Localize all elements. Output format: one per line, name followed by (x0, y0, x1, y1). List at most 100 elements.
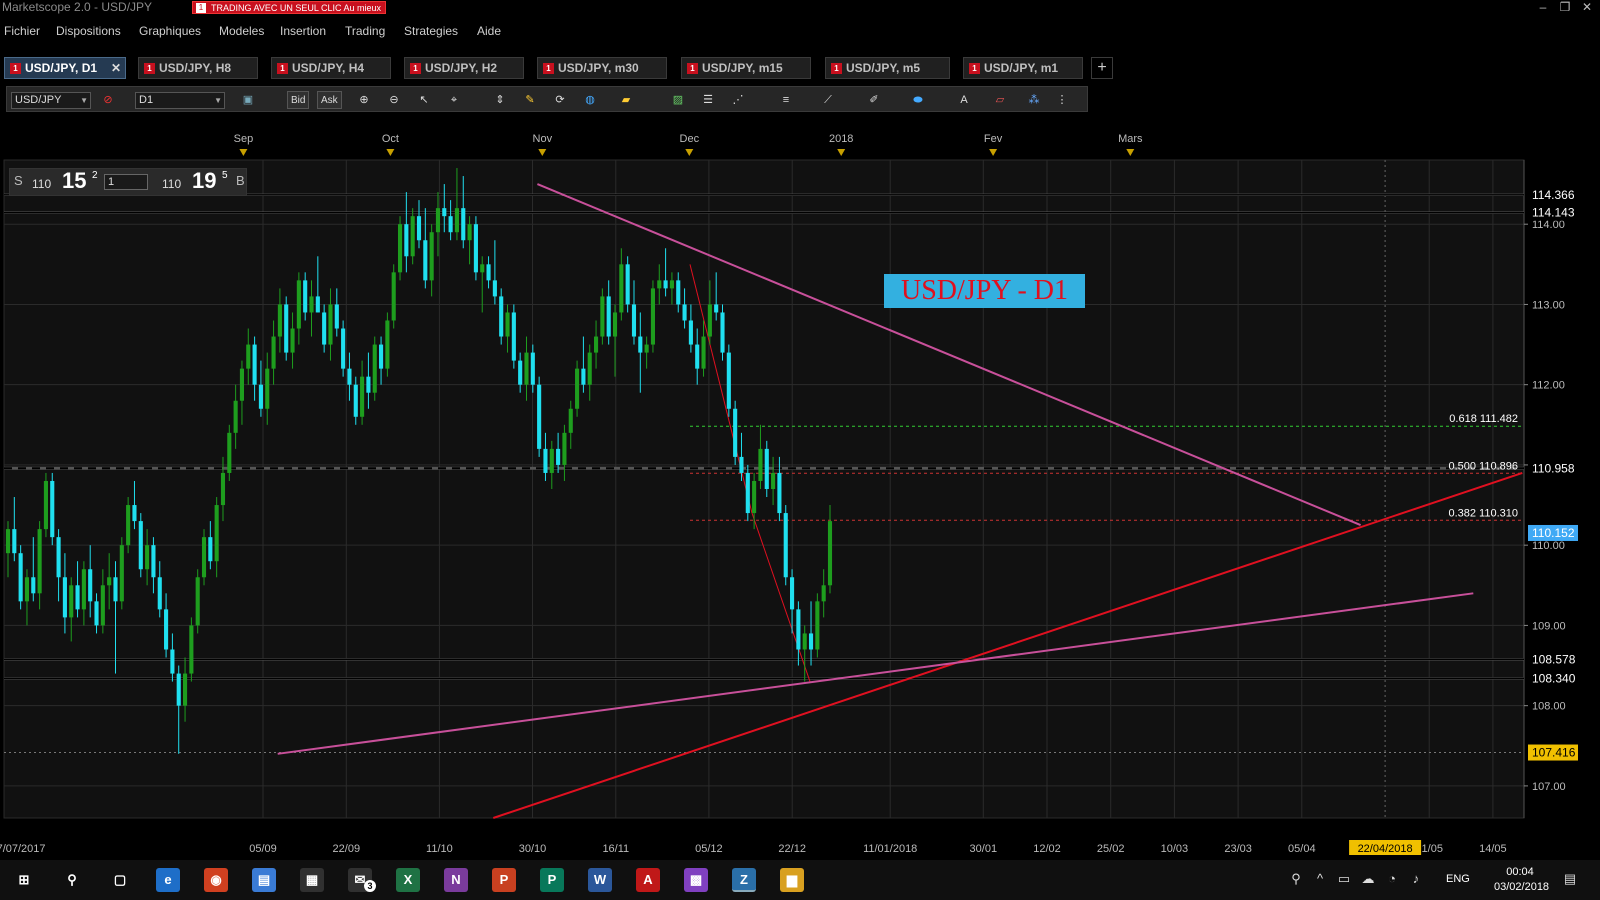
tab-usdjpy-m5[interactable]: 1 USD/JPY, m5 (825, 57, 950, 79)
menu-strategies[interactable]: Strategies (404, 24, 458, 38)
add-tab-button[interactable]: + (1091, 57, 1113, 79)
installer-icon[interactable]: ▤ (252, 868, 276, 892)
close-tab-icon[interactable]: ✕ (111, 58, 121, 78)
candle-up (239, 368, 245, 401)
menu-graphiques[interactable]: Graphiques (139, 24, 201, 38)
marketscope-icon[interactable]: Z (732, 868, 756, 892)
lines-icon[interactable]: ≡ (777, 91, 795, 109)
acrobat-icon[interactable]: A (636, 868, 660, 892)
eraser-icon[interactable]: ▱ (991, 91, 1009, 109)
tab-usdjpy-m1[interactable]: 1 USD/JPY, m1 (963, 57, 1083, 79)
candle-down (334, 304, 339, 329)
title-bar: Marketscope 2.0 - USD/JPY 1 TRADING AVEC… (0, 0, 1600, 16)
candle-up (43, 480, 48, 530)
clock[interactable]: 00:04 03/02/2018 (1494, 865, 1549, 895)
price-chart[interactable]: Sep Oct Nov Dec 2018 Fev Mars 17/07/2017 05/09 2… (0, 130, 1600, 860)
tab-badge: 1 (687, 63, 698, 74)
fibonacci-icon[interactable]: ⋰ (729, 91, 747, 109)
y-tick-label: 109.00 (1532, 620, 1566, 632)
ask-button[interactable]: Ask (317, 91, 342, 109)
globe-icon[interactable]: ◍ (581, 91, 599, 109)
zoom-in-icon[interactable]: ⊕ (355, 91, 373, 109)
wifi-icon[interactable]: ◔ (1384, 871, 1400, 887)
powerpoint-icon[interactable]: P (492, 868, 516, 892)
one-click-trading-banner[interactable]: 1 TRADING AVEC UN SEUL CLIC Au mieux (192, 1, 387, 14)
word-icon[interactable]: W (588, 868, 612, 892)
close-button[interactable]: ✕ (1577, 0, 1597, 15)
menu-trading[interactable]: Trading (345, 24, 385, 38)
file-explorer-icon[interactable]: ▆ (780, 868, 804, 892)
menu-aide[interactable]: Aide (477, 24, 501, 38)
maximize-button[interactable]: ❐ (1555, 0, 1575, 15)
volume-icon[interactable]: ♪ (1408, 871, 1424, 887)
sell-label[interactable]: S (14, 173, 23, 188)
menu-fichier[interactable]: Fichier (4, 24, 40, 38)
y-tick-label: 107.00 (1532, 781, 1566, 793)
crosshair-icon[interactable]: ⌖ (445, 91, 463, 109)
tab-usdjpy-m30[interactable]: 1 USD/JPY, m30 (537, 57, 667, 79)
menu-modeles[interactable]: Modeles (219, 24, 264, 38)
candle-down (157, 577, 162, 610)
color-app-icon[interactable]: ▩ (684, 868, 708, 892)
candle-down (606, 296, 611, 337)
bid-big-figure[interactable]: 110 (32, 177, 51, 191)
menu-insertion[interactable]: Insertion (280, 24, 326, 38)
price-level-label: 114.143 (1532, 206, 1575, 220)
candle-down (581, 368, 586, 385)
tab-usdjpy-m15[interactable]: 1 USD/JPY, m15 (681, 57, 811, 79)
battery-icon[interactable]: ▭ (1336, 871, 1352, 887)
onenote-icon[interactable]: N (444, 868, 468, 892)
tab-usdjpy-h4[interactable]: 1 USD/JPY, H4 (271, 57, 391, 79)
candle-up (5, 529, 11, 554)
promo-badge: 1 (196, 3, 206, 13)
cursor-icon[interactable]: ↖ (415, 91, 433, 109)
ask-pips[interactable]: 19 (192, 168, 216, 194)
candle-down (379, 344, 384, 369)
trendline-icon[interactable]: ⟋ (819, 91, 837, 109)
bid-button[interactable]: Bid (287, 91, 310, 109)
text-tool-icon[interactable]: A (955, 91, 973, 109)
candle-down (284, 304, 289, 353)
task-view-icon[interactable]: ▢ (108, 868, 132, 892)
vertical-scale-icon[interactable]: ⇕ (491, 91, 509, 109)
tab-usdjpy-d1[interactable]: 1 USD/JPY, D1 ✕ (4, 57, 126, 79)
bid-pips[interactable]: 15 (62, 168, 86, 194)
menu-dispositions[interactable]: Dispositions (56, 24, 121, 38)
calendar-icon[interactable]: ▦ (300, 868, 324, 892)
candle-down (808, 633, 814, 650)
person-icon[interactable]: ⚲ (1288, 871, 1304, 887)
cloud-icon[interactable]: ☁ (1360, 871, 1376, 887)
edge-icon[interactable]: e (156, 868, 180, 892)
symbol-select[interactable]: USD/JPY ▼ (11, 92, 91, 109)
tab-usdjpy-h8[interactable]: 1 USD/JPY, H8 (138, 57, 258, 79)
amount-input[interactable] (104, 174, 148, 190)
excel-icon[interactable]: X (396, 868, 420, 892)
tab-usdjpy-h2[interactable]: 1 USD/JPY, H2 (404, 57, 524, 79)
indicator-icon[interactable]: ▨ (669, 91, 687, 109)
toolbar-more-icon[interactable]: ⋮ (1053, 91, 1071, 109)
chevron-up-icon[interactable]: ^ (1312, 871, 1328, 887)
candle-down (252, 344, 257, 385)
candle-up (69, 585, 74, 618)
refresh-icon[interactable]: ⟳ (551, 91, 569, 109)
zoom-out-icon[interactable]: ⊖ (385, 91, 403, 109)
notifications-icon[interactable]: ▤ (1562, 871, 1578, 887)
objects-icon[interactable]: ⁂ (1025, 91, 1043, 109)
language-indicator[interactable]: ENG (1446, 873, 1470, 885)
properties-icon[interactable]: ☰ (699, 91, 717, 109)
chrome-icon[interactable]: ◉ (204, 868, 228, 892)
candle-down (18, 553, 23, 602)
windows-start-icon[interactable]: ⊞ (12, 868, 36, 892)
search-icon[interactable]: ⚲ (60, 868, 84, 892)
ruler-icon[interactable]: ▰ (617, 91, 635, 109)
note-icon[interactable]: ✎ (521, 91, 539, 109)
chart-type-icon[interactable]: ▣ (239, 91, 257, 109)
publisher-icon[interactable]: P (540, 868, 564, 892)
ask-big-figure[interactable]: 110 (162, 177, 181, 191)
unlink-icon[interactable]: ⊘ (99, 91, 117, 109)
timeframe-select[interactable]: D1 ▼ (135, 92, 225, 109)
ellipse-icon[interactable]: ⬬ (909, 91, 927, 109)
minimize-button[interactable]: – (1533, 0, 1553, 15)
buy-label[interactable]: B (236, 173, 245, 188)
pen-icon[interactable]: ✐ (865, 91, 883, 109)
